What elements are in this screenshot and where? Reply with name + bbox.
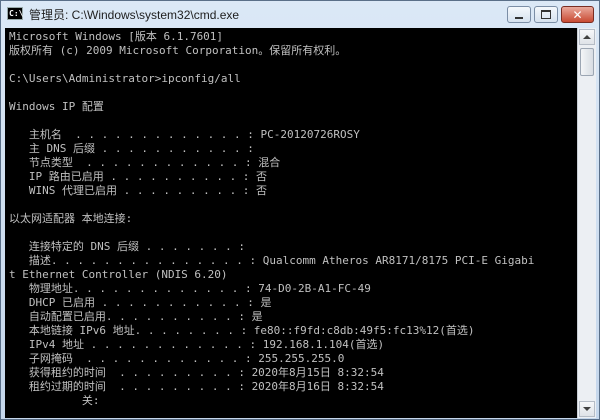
console-line: IPv4 地址 . . . . . . . . . . . . : 192.16… — [9, 338, 385, 351]
console-line: 节点类型 . . . . . . . . . . . . : 混合 — [9, 156, 281, 169]
scroll-up-button[interactable] — [579, 29, 595, 45]
scroll-thumb[interactable] — [580, 48, 594, 76]
console-line: 自动配置已启用. . . . . . . . . . : 是 — [9, 310, 263, 323]
maximize-button[interactable] — [534, 6, 558, 23]
vertical-scrollbar[interactable] — [577, 28, 596, 418]
console-line: IP 路由已启用 . . . . . . . . . . : 否 — [9, 170, 268, 183]
close-button[interactable]: ✕ — [561, 6, 594, 23]
console-line: 租约过期的时间 . . . . . . . . . : 2020年8月16日 8… — [9, 380, 384, 393]
maximize-icon — [541, 10, 551, 19]
scroll-down-button[interactable] — [579, 401, 595, 417]
console-line: 获得租约的时间 . . . . . . . . . : 2020年8月15日 8… — [9, 366, 384, 379]
console-line: 子网掩码 . . . . . . . . . . . . : 255.255.2… — [9, 352, 345, 365]
console-line: 连接特定的 DNS 后缀 . . . . . . . : — [9, 240, 245, 253]
console-line: Microsoft Windows [版本 6.1.7601] — [9, 30, 224, 43]
window-title: 管理员: C:\Windows\system32\cmd.exe — [29, 8, 240, 22]
console-line: 主 DNS 后缀 . . . . . . . . . . . : — [9, 142, 254, 155]
console-line: 主机名 . . . . . . . . . . . . . : PC-20120… — [9, 128, 360, 141]
console-line: 描述. . . . . . . . . . . . . . . : Qualco… — [9, 254, 535, 267]
cmd-app-icon[interactable]: C:\ — [7, 7, 23, 20]
console-line: DHCP 已启用 . . . . . . . . . . . : 是 — [9, 296, 272, 309]
close-icon: ✕ — [572, 7, 583, 22]
console-line: 物理地址. . . . . . . . . . . . . : 74-D0-2B… — [9, 282, 371, 295]
console-line: 以太网适配器 本地连接: — [9, 212, 133, 225]
title-bar[interactable]: C:\ 管理员: C:\Windows\system32\cmd.exe ✕ — [1, 1, 599, 27]
console-line: t Ethernet Controller (NDIS 6.20) — [9, 268, 228, 281]
console-line: 版权所有 (c) 2009 Microsoft Corporation。保留所有… — [9, 44, 347, 57]
console-line: Windows IP 配置 — [9, 100, 104, 113]
minimize-icon — [515, 16, 523, 19]
console-line: 本地链接 IPv6 地址. . . . . . . . : fe80::f9fd… — [9, 324, 475, 337]
cmd-window: C:\ 管理员: C:\Windows\system32\cmd.exe ✕ M… — [0, 0, 600, 420]
arrow-up-icon — [583, 35, 591, 39]
console-line: WINS 代理已启用 . . . . . . . . . : 否 — [9, 184, 268, 197]
minimize-button[interactable] — [507, 6, 531, 23]
arrow-down-icon — [583, 407, 591, 411]
console-output[interactable]: Microsoft Windows [版本 6.1.7601] 版权所有 (c)… — [5, 28, 577, 418]
console-line: C:\Users\Administrator>ipconfig/all — [9, 72, 241, 85]
console-line: 关: — [9, 394, 100, 407]
